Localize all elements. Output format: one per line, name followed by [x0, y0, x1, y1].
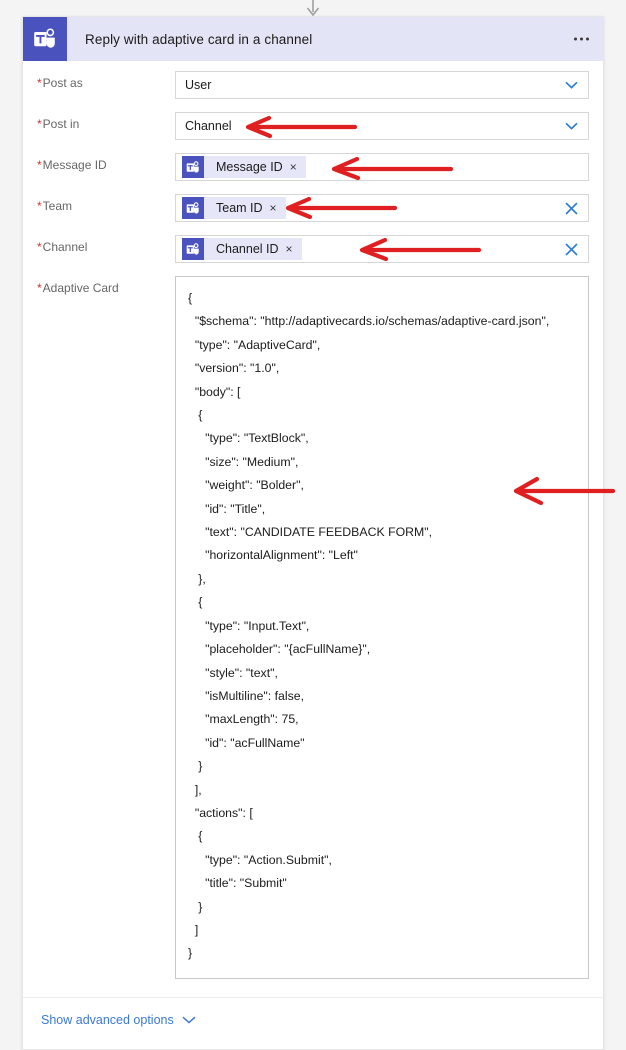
token-remove-icon[interactable]: ×: [286, 243, 302, 255]
field-label-post-in: *Post in: [37, 117, 80, 131]
page-title: Reply with adaptive card in a channel: [85, 31, 313, 47]
post-in-value: Channel: [185, 119, 232, 133]
code-line: "body": [: [188, 384, 241, 399]
token-message-id[interactable]: Message ID ×: [182, 156, 306, 178]
code-line: "type": "AdaptiveCard",: [188, 337, 321, 352]
code-line: {: [188, 291, 193, 305]
field-row-post-in: *Post in Channel: [37, 112, 589, 140]
code-line: "actions": [: [188, 805, 253, 820]
code-line: "type": "Action.Submit",: [188, 852, 332, 867]
code-line: "version": "1.0",: [188, 361, 280, 376]
field-label-channel: *Channel: [37, 240, 88, 254]
field-control-post-as: User: [175, 71, 589, 99]
teams-icon: [23, 17, 67, 61]
code-line: "type": "Input.Text",: [188, 618, 310, 633]
chevron-down-icon[interactable]: [182, 1013, 196, 1027]
code-line: {: [188, 595, 203, 610]
field-row-message-id: *Message ID Message ID ×: [37, 153, 589, 181]
code-line: "id": "Title",: [188, 501, 266, 516]
code-line: "title": "Submit": [188, 876, 287, 891]
code-line: {: [188, 829, 203, 844]
code-line: "weight": "Bolder",: [188, 478, 304, 493]
card-footer: Show advanced options: [23, 996, 603, 1049]
required-asterisk: *: [37, 158, 42, 172]
code-line: "text": "CANDIDATE FEEDBACK FORM",: [188, 525, 433, 540]
card-header: Reply with adaptive card in a channel: [23, 17, 603, 61]
field-label-post-as: *Post as: [37, 76, 83, 90]
code-line: "type": "TextBlock",: [188, 431, 309, 446]
code-line: "id": "acFullName": [188, 735, 305, 750]
code-line: "style": "text",: [188, 665, 278, 680]
field-row-channel: *Channel Channel ID ×: [37, 235, 589, 263]
clear-x-icon[interactable]: [560, 238, 582, 260]
field-control-message-id: Message ID ×: [175, 153, 589, 181]
token-label: Message ID: [216, 160, 283, 174]
message-id-input[interactable]: Message ID ×: [175, 153, 589, 181]
code-line: "isMultiline": false,: [188, 688, 305, 703]
field-control-adaptive-card: { "$schema": "http://adaptivecards.io/sc…: [175, 276, 616, 979]
code-line: ]: [188, 922, 199, 937]
show-advanced-options-link[interactable]: Show advanced options: [41, 1013, 196, 1027]
code-line: }: [188, 946, 193, 961]
code-line: }: [188, 759, 203, 774]
field-control-channel: Channel ID ×: [175, 235, 589, 263]
token-remove-icon[interactable]: ×: [270, 202, 286, 214]
field-row-team: *Team Team ID ×: [37, 194, 589, 222]
chevron-down-icon[interactable]: [560, 74, 582, 96]
teams-icon: [182, 238, 204, 260]
code-line: "size": "Medium",: [188, 454, 299, 469]
required-asterisk: *: [37, 240, 42, 254]
code-line: "maxLength": 75,: [188, 712, 299, 727]
post-in-dropdown[interactable]: Channel: [175, 112, 589, 140]
required-asterisk: *: [37, 281, 42, 295]
field-control-post-in: Channel: [175, 112, 589, 140]
token-label: Channel ID: [216, 242, 279, 256]
field-label-team: *Team: [37, 199, 73, 213]
token-team-id[interactable]: Team ID ×: [182, 197, 286, 219]
field-control-team: Team ID ×: [175, 194, 589, 222]
required-asterisk: *: [37, 76, 42, 90]
teams-icon: [182, 156, 204, 178]
code-line: "placeholder": "{acFullName}",: [188, 642, 371, 657]
field-row-adaptive-card: *Adaptive Card { "$schema": "http://adap…: [37, 276, 616, 979]
field-label-message-id: *Message ID: [37, 158, 107, 172]
code-line: }: [188, 899, 203, 914]
post-as-dropdown[interactable]: User: [175, 71, 589, 99]
post-as-value: User: [185, 78, 212, 92]
chevron-down-icon[interactable]: [560, 115, 582, 137]
token-remove-icon[interactable]: ×: [290, 161, 306, 173]
card-body: *Post as User *Post in Channel *Message …: [23, 61, 616, 997]
required-asterisk: *: [37, 117, 42, 131]
more-options-icon[interactable]: [574, 37, 589, 41]
channel-input[interactable]: Channel ID ×: [175, 235, 589, 263]
token-label: Team ID: [216, 201, 263, 215]
field-label-adaptive-card: *Adaptive Card: [37, 281, 119, 295]
code-line: {: [188, 408, 203, 423]
code-line: "$schema": "http://adaptivecards.io/sche…: [188, 314, 550, 329]
token-channel-id[interactable]: Channel ID ×: [182, 238, 302, 260]
field-row-post-as: *Post as User: [37, 71, 589, 99]
action-card: Reply with adaptive card in a channel *P…: [22, 16, 616, 1050]
required-asterisk: *: [37, 199, 42, 213]
clear-x-icon[interactable]: [560, 197, 582, 219]
show-advanced-options-label: Show advanced options: [41, 1012, 174, 1027]
adaptive-card-editor[interactable]: { "$schema": "http://adaptivecards.io/sc…: [175, 276, 589, 979]
code-line: "horizontalAlignment": "Left": [188, 548, 358, 563]
code-line: },: [188, 571, 206, 586]
teams-icon: [182, 197, 204, 219]
code-line: ],: [188, 782, 202, 797]
team-input[interactable]: Team ID ×: [175, 194, 589, 222]
